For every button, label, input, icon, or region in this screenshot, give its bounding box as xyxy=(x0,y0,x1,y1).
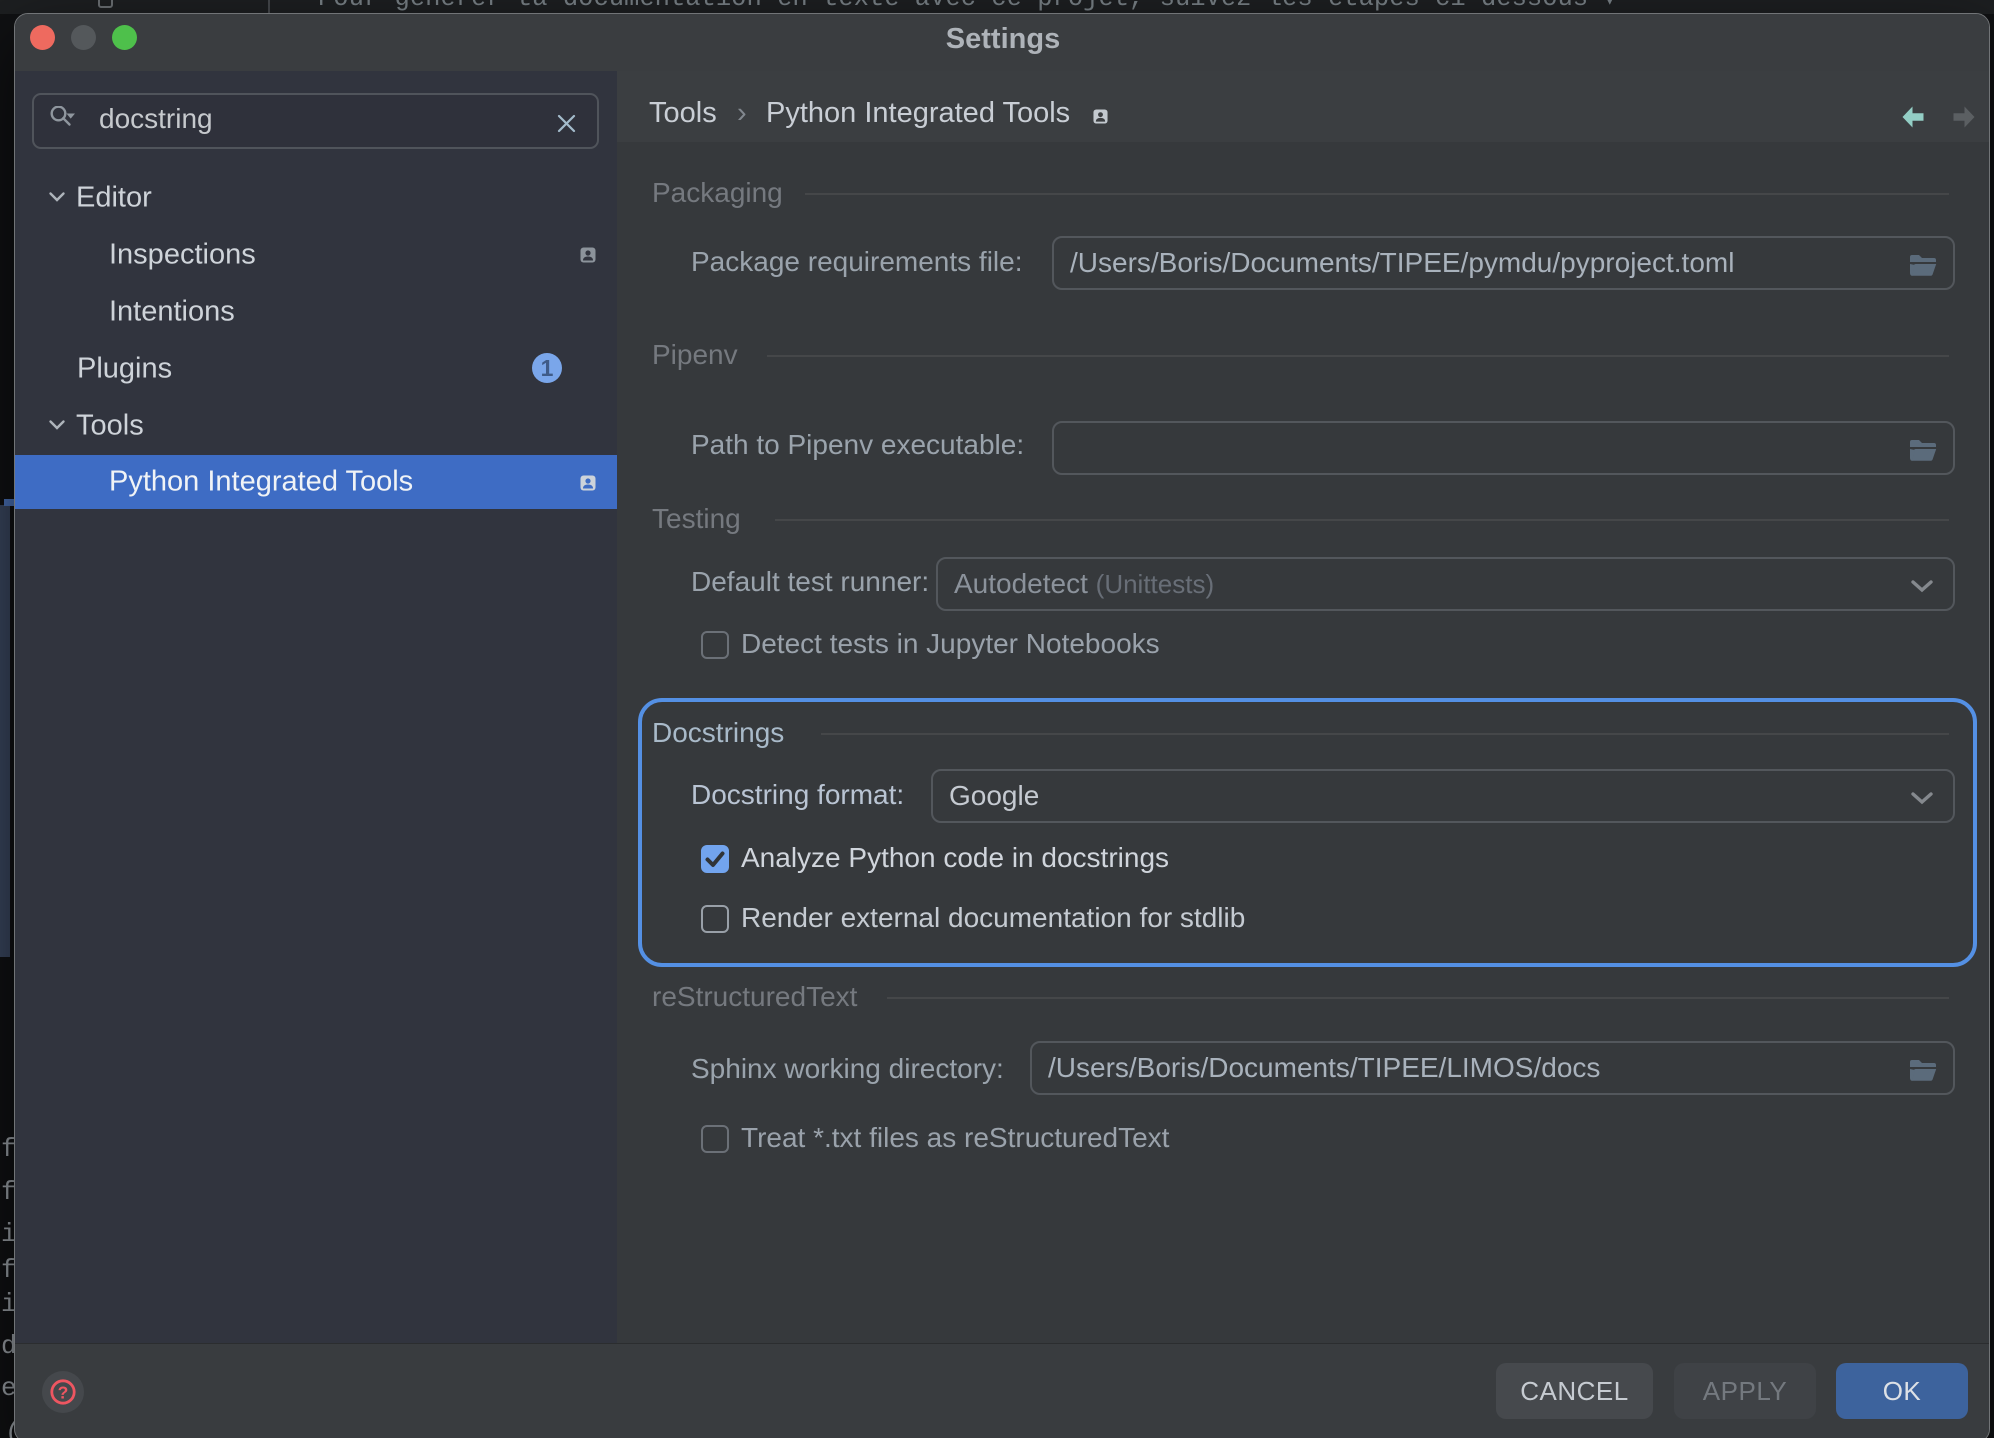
svg-text:?: ? xyxy=(58,1383,69,1403)
